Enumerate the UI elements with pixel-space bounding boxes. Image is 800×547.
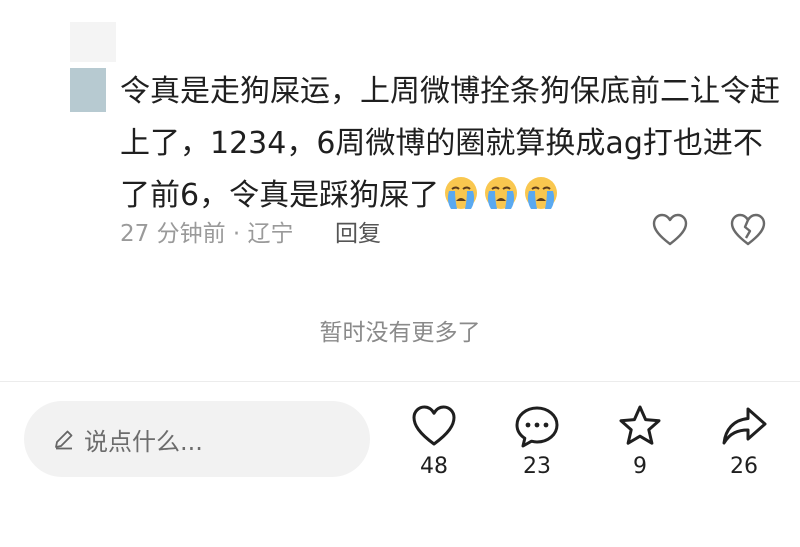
share-button[interactable]: 26 (704, 403, 784, 479)
comment-bubble-icon (515, 406, 559, 448)
like-count: 48 (420, 454, 448, 479)
avatar[interactable] (70, 68, 106, 112)
share-arrow-icon (722, 407, 767, 445)
favorite-button[interactable]: 9 (600, 403, 680, 479)
divider (0, 381, 800, 382)
crying-face-emoji (525, 177, 558, 209)
favorite-count: 9 (633, 454, 647, 479)
star-icon (619, 405, 661, 445)
input-placeholder: 说点什么... (84, 427, 203, 456)
heart-icon (412, 405, 456, 446)
no-more-text: 暂时没有更多了 (319, 320, 481, 346)
pencil-icon (55, 430, 73, 450)
heart-outline-icon[interactable] (652, 213, 688, 247)
share-count: 26 (730, 454, 758, 479)
avatar-placeholder-top (70, 22, 116, 62)
crying-face-emoji (445, 177, 478, 209)
comment-input[interactable]: 说点什么... (24, 401, 370, 477)
reply-button[interactable]: 回复 (335, 214, 381, 248)
comment-button[interactable]: 23 (497, 403, 577, 479)
comment-count: 23 (523, 454, 551, 479)
comment-meta: 27 分钟前 · 辽宁 (120, 221, 294, 247)
like-button[interactable]: 48 (394, 403, 474, 479)
broken-heart-icon[interactable] (730, 213, 766, 247)
comment-body: 令真是走狗屎运，上周微博拴条狗保底前二让令赶上了，1234，6周微博的圈就算换成… (120, 66, 780, 222)
crying-face-emoji (485, 177, 518, 209)
